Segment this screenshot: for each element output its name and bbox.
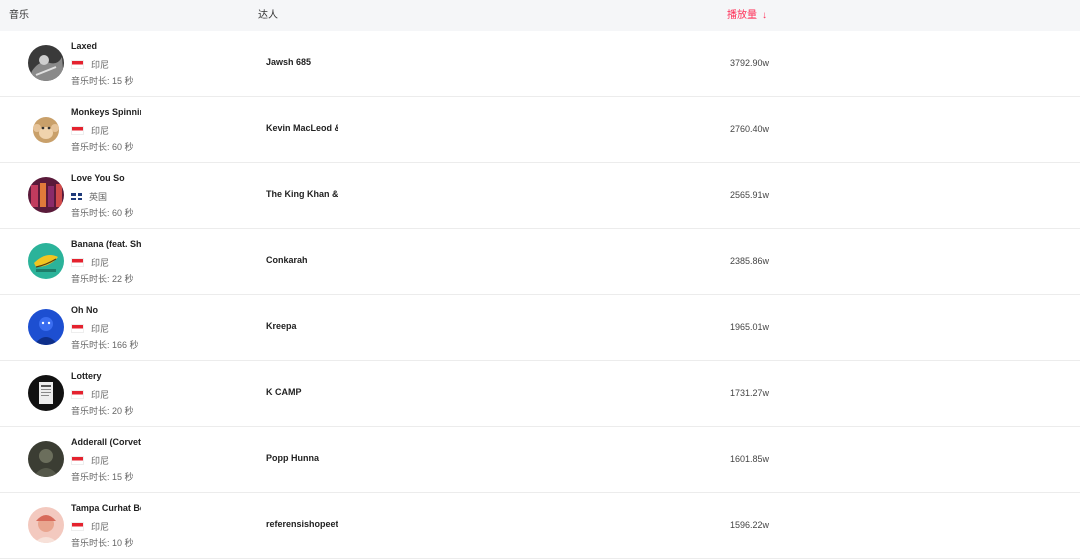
artist-name[interactable]: K CAMP	[266, 387, 338, 397]
table-row[interactable]: Lottery 印尼 音乐时长: 20 秒 K CAMP 1731.27w	[0, 361, 1080, 427]
artist-name[interactable]: Kreepa	[266, 321, 338, 331]
avatar[interactable]	[28, 177, 64, 213]
play-count: 1731.27w	[730, 388, 770, 398]
arrow-down-icon[interactable]: ↓	[762, 10, 767, 22]
region-label: 印尼	[91, 60, 110, 70]
indonesia-flag-icon	[71, 126, 84, 135]
region: 印尼	[71, 388, 109, 401]
play-count: 2385.86w	[730, 256, 770, 266]
duration: 音乐时长: 60 秒	[71, 208, 134, 218]
table-row[interactable]: Adderall (Corvett 印尼 音乐时长: 15 秒 Popp Hun…	[0, 427, 1080, 493]
column-header-plays-label: 播放量	[727, 10, 757, 21]
indonesia-flag-icon	[71, 258, 84, 267]
play-count: 1965.01w	[730, 322, 770, 332]
artist-name[interactable]: Kevin MacLeod &	[266, 123, 338, 133]
region: 印尼	[71, 256, 109, 269]
avatar[interactable]	[28, 507, 64, 543]
song-title[interactable]: Oh No	[71, 305, 141, 315]
indonesia-flag-icon	[71, 324, 84, 333]
indonesia-flag-icon	[71, 60, 84, 69]
region-label: 印尼	[91, 324, 110, 334]
table-row[interactable]: Banana (feat. Sha 印尼 音乐时长: 22 秒 Conkarah…	[0, 229, 1080, 295]
table-row[interactable]: Love You So 英国 音乐时长: 60 秒 The King Khan …	[0, 163, 1080, 229]
song-title[interactable]: Adderall (Corvett	[71, 437, 141, 447]
artist-name[interactable]: Conkarah	[266, 255, 338, 265]
song-title[interactable]: Love You So	[71, 173, 141, 183]
region-label: 印尼	[91, 126, 110, 136]
song-title[interactable]: Laxed	[71, 41, 141, 51]
duration: 音乐时长: 15 秒	[71, 472, 134, 482]
avatar[interactable]	[28, 375, 64, 411]
play-count: 3792.90w	[730, 58, 770, 68]
avatar[interactable]	[28, 45, 64, 81]
duration: 音乐时长: 20 秒	[71, 406, 134, 416]
avatar[interactable]	[28, 243, 64, 279]
duration: 音乐时长: 60 秒	[71, 142, 134, 152]
region: 英国	[71, 190, 107, 203]
avatar[interactable]	[28, 441, 64, 477]
table-row[interactable]: Laxed 印尼 音乐时长: 15 秒 Jawsh 685 3792.90w	[0, 31, 1080, 97]
duration: 音乐时长: 10 秒	[71, 538, 134, 548]
column-header-music: 音乐	[9, 10, 29, 21]
song-title[interactable]: Banana (feat. Sha	[71, 239, 141, 249]
song-title[interactable]: Tampa Curhat Be	[71, 503, 141, 513]
region-label: 印尼	[91, 390, 110, 400]
column-header-plays[interactable]: 播放量 ↓	[727, 10, 767, 22]
artist-name[interactable]: referensishopeetc	[266, 519, 338, 529]
artist-name[interactable]: Jawsh 685	[266, 57, 338, 67]
table-row[interactable]: Oh No 印尼 音乐时长: 166 秒 Kreepa 1965.01w	[0, 295, 1080, 361]
uk-flag-icon	[71, 193, 82, 200]
artist-name[interactable]: Popp Hunna	[266, 453, 338, 463]
song-title[interactable]: Monkeys Spinning	[71, 107, 141, 117]
indonesia-flag-icon	[71, 522, 84, 531]
region: 印尼	[71, 520, 109, 533]
duration: 音乐时长: 166 秒	[71, 340, 139, 350]
avatar[interactable]	[28, 111, 64, 147]
play-count: 2760.40w	[730, 124, 770, 134]
region: 印尼	[71, 124, 109, 137]
region: 印尼	[71, 322, 109, 335]
indonesia-flag-icon	[71, 390, 84, 399]
play-count: 2565.91w	[730, 190, 770, 200]
play-count: 1596.22w	[730, 520, 770, 530]
table-row[interactable]: Tampa Curhat Be 印尼 音乐时长: 10 秒 referensis…	[0, 493, 1080, 559]
artist-name[interactable]: The King Khan &	[266, 189, 338, 199]
song-title[interactable]: Lottery	[71, 371, 141, 381]
region-label: 印尼	[91, 258, 110, 268]
region-label: 英国	[89, 192, 108, 202]
region-label: 印尼	[91, 522, 110, 532]
avatar[interactable]	[28, 309, 64, 345]
play-count: 1601.85w	[730, 454, 770, 464]
column-header-artist: 达人	[258, 10, 278, 21]
table-row[interactable]: Monkeys Spinning 印尼 音乐时长: 60 秒 Kevin Mac…	[0, 97, 1080, 163]
table-header: 音乐 达人 播放量 ↓	[0, 0, 1080, 31]
duration: 音乐时长: 15 秒	[71, 76, 134, 86]
region: 印尼	[71, 454, 109, 467]
duration: 音乐时长: 22 秒	[71, 274, 134, 284]
indonesia-flag-icon	[71, 456, 84, 465]
region-label: 印尼	[91, 456, 110, 466]
region: 印尼	[71, 58, 109, 71]
